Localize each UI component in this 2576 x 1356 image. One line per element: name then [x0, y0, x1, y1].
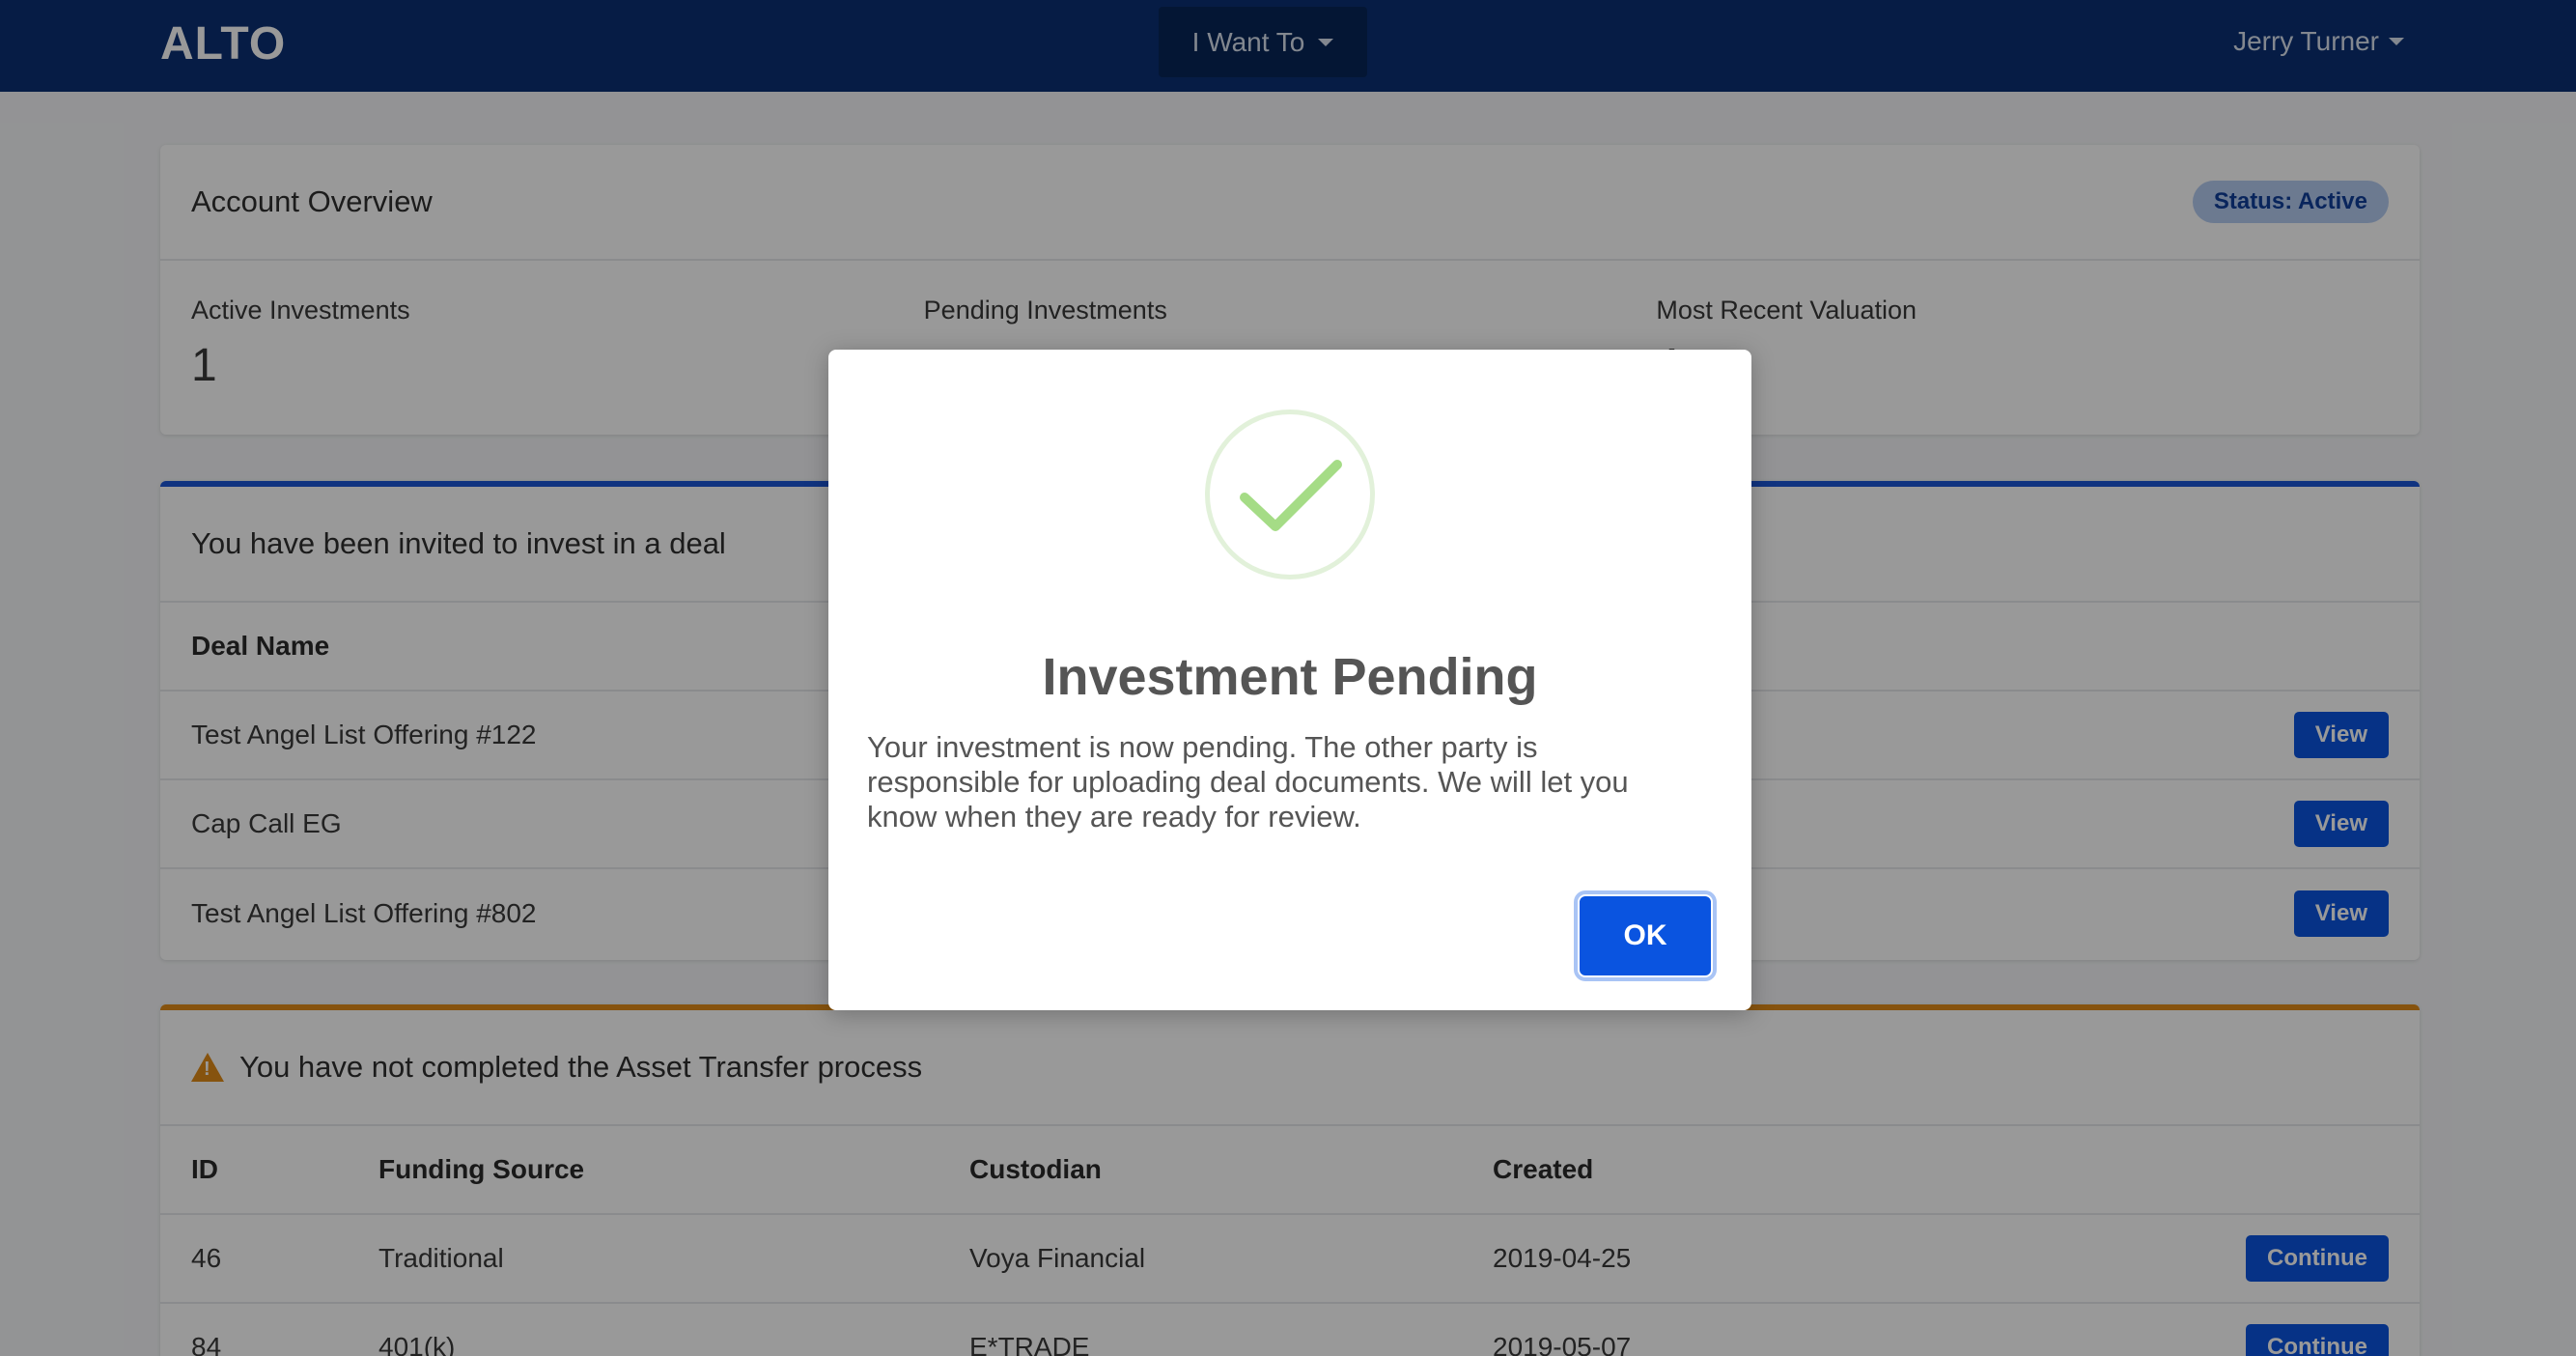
- investment-pending-dialog: Investment Pending Your investment is no…: [828, 350, 1751, 1010]
- ok-button[interactable]: OK: [1578, 894, 1713, 977]
- success-check-icon: [1205, 410, 1375, 579]
- dialog-message: Your investment is now pending. The othe…: [867, 730, 1629, 833]
- dialog-title: Investment Pending: [1042, 648, 1538, 706]
